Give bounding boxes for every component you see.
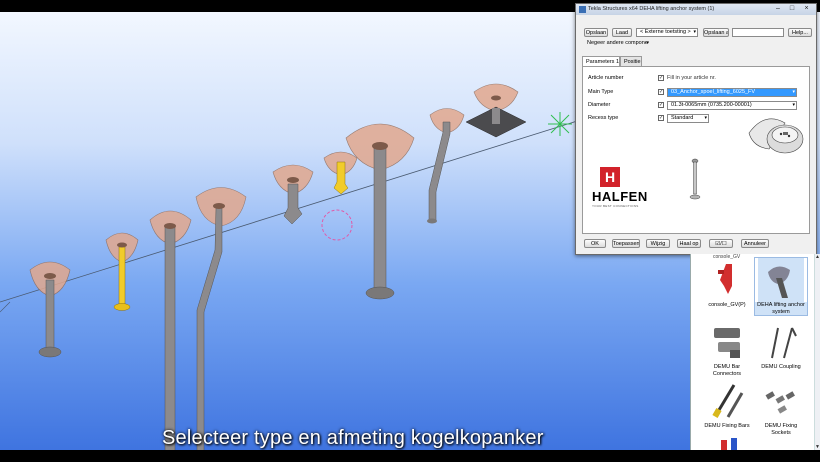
halfen-wordmark: HALFEN xyxy=(592,189,648,204)
anchor-element-1[interactable] xyxy=(29,261,71,358)
app-icon xyxy=(579,6,586,13)
save-as-button[interactable]: Opslaan al xyxy=(703,28,729,37)
dialog-title: Tekla Structures x64 DEHA lifting anchor… xyxy=(588,6,715,12)
apply-button[interactable]: Toepassen xyxy=(612,239,640,248)
ignore-components-select[interactable]: Negeer andere compone ▾ xyxy=(584,40,650,49)
recess-type-label: Recess type xyxy=(588,115,619,121)
recess-type-checkbox[interactable]: ✓ xyxy=(658,115,664,121)
console-icon xyxy=(718,264,732,294)
anchor-element-6[interactable] xyxy=(323,151,358,195)
console-thumbnail xyxy=(704,258,750,302)
diameter-value: 01.3t-0065mm (0735.200-00001) xyxy=(671,102,752,108)
anchor-system-dialog: Tekla Structures x64 DEHA lifting anchor… xyxy=(575,3,817,255)
recess-former-image xyxy=(748,118,804,154)
selection-cursor-circle xyxy=(321,209,353,241)
catalog-item-deha-lifting-anchor[interactable]: DEHA lifting anchor system xyxy=(754,257,808,316)
chevron-down-icon: ▾ xyxy=(704,115,707,121)
cancel-button[interactable]: Annuleer xyxy=(741,239,769,248)
get-button[interactable]: Haal op xyxy=(677,239,701,248)
halfen-logo: H HALFEN YOUR BEST CONNECTIONS xyxy=(592,167,648,208)
chevron-down-icon: ▾ xyxy=(792,102,795,108)
chevron-down-icon: ▾ xyxy=(646,40,649,46)
catalog-scrollbar[interactable]: ▲ ▼ xyxy=(814,254,820,450)
load-button[interactable]: Laad xyxy=(612,28,632,37)
fixing-socket-icon xyxy=(765,391,795,414)
anchor-element-2-selected[interactable] xyxy=(105,232,139,311)
catalog-item-label: console_GV(P) xyxy=(708,302,746,308)
ok-button[interactable]: OK xyxy=(584,239,606,248)
tab-positie[interactable]: Positie xyxy=(620,56,642,66)
fixing-bar-icon xyxy=(712,384,744,418)
component-catalog: console_GV console_GV(P) DEHA lifting an… xyxy=(690,254,820,450)
halfen-logo-mark: H xyxy=(600,167,620,187)
load-attributes-select[interactable]: < Externe toetsting > ▾ xyxy=(636,28,698,37)
catalog-item-label: DEMU Fixing Bars xyxy=(704,423,750,429)
maximize-icon[interactable]: □ xyxy=(786,5,798,13)
demu-fixing-bars-thumbnail xyxy=(704,379,750,423)
recess-type-value: Standard xyxy=(671,115,694,121)
catalog-item-label: DEMU Coupling xyxy=(761,364,801,370)
catalog-item-label: DEHA lifting anchor system xyxy=(755,302,807,315)
parameters-panel: Article number ✓ Fill in your article nr… xyxy=(582,66,810,234)
anchor-element-9[interactable] xyxy=(465,83,527,138)
screen-frame: Selecteer type en afmeting kogelkopanker… xyxy=(0,0,820,462)
save-button[interactable]: Opslaan xyxy=(584,28,608,37)
modify-button[interactable]: Wijzig xyxy=(646,239,670,248)
deha-anchor-thumbnail xyxy=(758,258,804,302)
main-type-label: Main Type xyxy=(588,89,614,95)
catalog-item-label: DEMU Bar Connectors xyxy=(712,364,742,377)
help-button[interactable]: Help... xyxy=(788,28,812,37)
video-subtitle: Selecteer type en afmeting kogelkopanker xyxy=(162,427,544,449)
article-number-input[interactable]: Fill in your article nr. xyxy=(667,74,737,82)
catalog-item-console[interactable]: console_GV(P) xyxy=(701,258,753,309)
save-as-name-input[interactable] xyxy=(732,28,784,37)
catalog-item-demu-coupling[interactable]: DEMU Coupling xyxy=(755,320,807,371)
article-number-label: Article number xyxy=(588,75,624,81)
bar-connector-icon xyxy=(714,328,740,358)
main-type-select[interactable]: 03_Anchor_spoel_lifting_6025_FV ▾ xyxy=(667,88,797,97)
demu-bar-connectors-thumbnail xyxy=(704,320,750,364)
scroll-up-icon[interactable]: ▲ xyxy=(815,254,820,260)
close-icon[interactable]: × xyxy=(800,5,813,13)
load-attributes-value: < Externe toetsting > xyxy=(640,29,691,35)
main-type-value: 03_Anchor_spoel_lifting_6025_FV xyxy=(671,89,756,95)
lifting-anchor-icon xyxy=(768,266,790,298)
catalog-item-demu-fixing-sockets[interactable]: DEMU Fixing Sockets xyxy=(755,379,807,436)
toggle-checkboxes-button[interactable]: ☑/☐ xyxy=(709,239,733,248)
catalog-item-demu-fixing-bars[interactable]: DEMU Fixing Bars xyxy=(701,379,753,430)
dialog-titlebar[interactable]: Tekla Structures x64 DEHA lifting anchor… xyxy=(576,4,816,15)
diameter-checkbox[interactable]: ✓ xyxy=(658,102,664,108)
chevron-down-icon: ▾ xyxy=(693,29,696,35)
anchor-element-7[interactable] xyxy=(345,123,415,300)
chevron-down-icon: ▾ xyxy=(792,89,795,95)
axis-marker-icon xyxy=(548,112,572,136)
main-type-checkbox[interactable]: ✓ xyxy=(658,89,664,95)
demu-fixing-sockets-thumbnail xyxy=(758,379,804,423)
halfen-slogan: YOUR BEST CONNECTIONS xyxy=(592,204,639,208)
coupling-icon xyxy=(771,327,797,359)
anchor-element-5[interactable] xyxy=(272,164,314,225)
diameter-label: Diameter xyxy=(588,102,611,108)
spherical-anchor-image xyxy=(689,158,701,200)
demu-coupling-thumbnail xyxy=(758,320,804,364)
ignore-components-value: Negeer andere compone xyxy=(587,40,648,46)
catalog-item-label: DEMU Fixing Sockets xyxy=(764,423,798,436)
recess-type-select[interactable]: Standard ▾ xyxy=(667,114,709,123)
anchor-element-3[interactable] xyxy=(149,210,192,450)
article-number-checkbox[interactable]: ✓ xyxy=(658,75,664,81)
catalog-item-demu-bar-connectors[interactable]: DEMU Bar Connectors xyxy=(701,320,753,377)
catalog-item-partial[interactable] xyxy=(709,436,749,450)
minimize-icon[interactable]: – xyxy=(772,5,784,13)
letterbox-bottom xyxy=(0,450,820,462)
partial-item-icon xyxy=(721,438,737,450)
